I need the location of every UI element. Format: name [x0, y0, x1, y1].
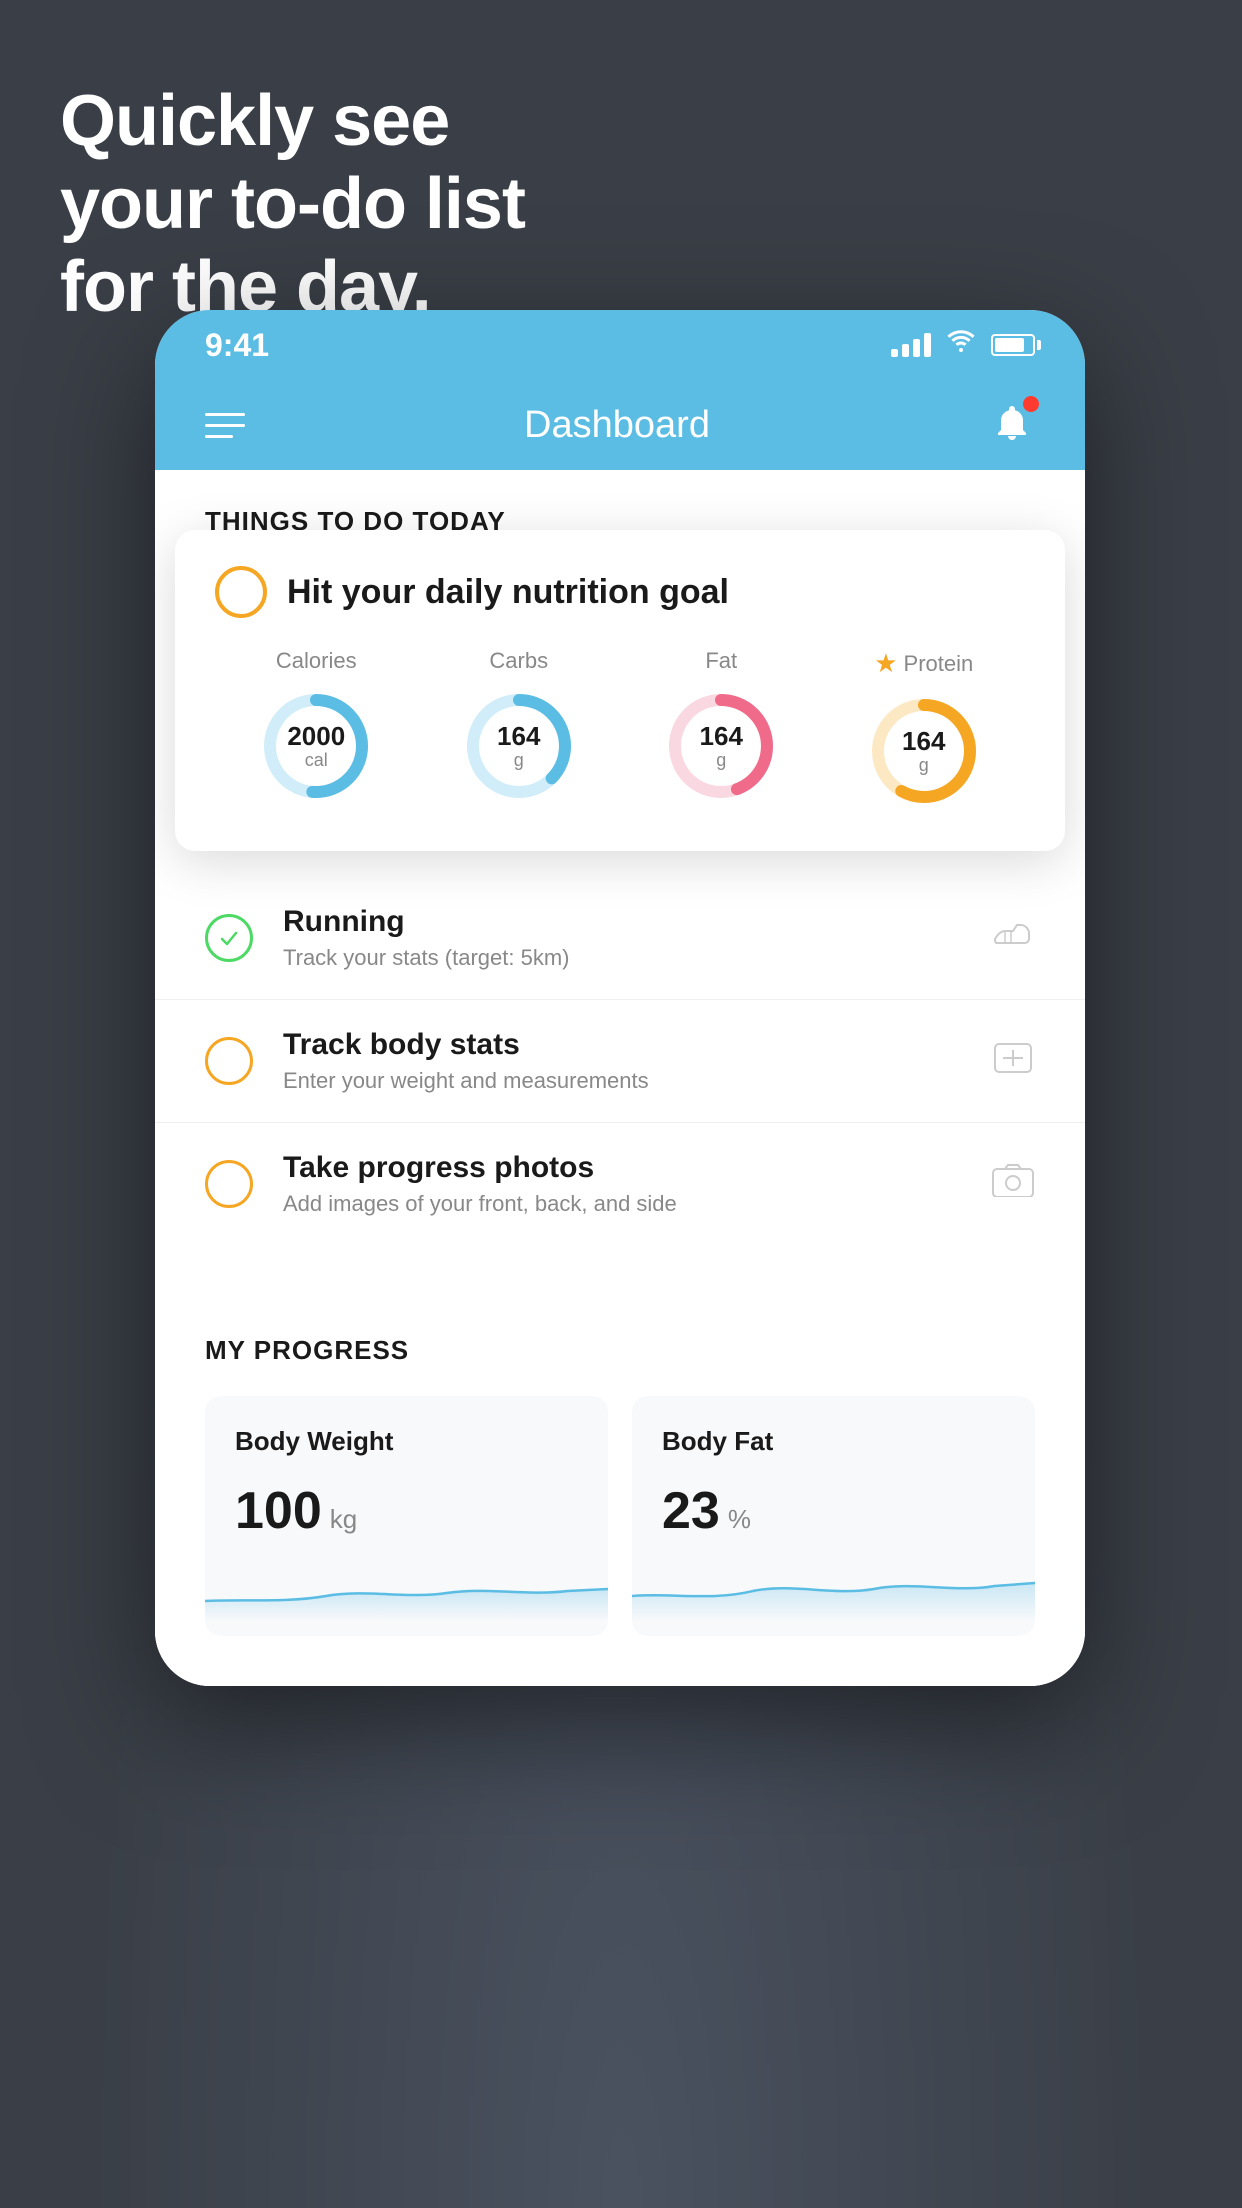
body-stats-text: Track body stats Enter your weight and m…: [283, 1028, 961, 1094]
calories-item: Calories 2000 cal: [256, 648, 376, 806]
nutrition-circles: Calories 2000 cal Carbs: [215, 648, 1025, 811]
nutrition-checkbox[interactable]: [215, 566, 267, 618]
spacer: [155, 1245, 1085, 1295]
notification-button[interactable]: [989, 400, 1035, 451]
body-weight-number: 100: [235, 1481, 322, 1541]
notification-badge: [1023, 396, 1039, 412]
body-weight-unit: kg: [330, 1504, 357, 1535]
fat-donut: 164 g: [661, 686, 781, 806]
shoe-icon: [991, 917, 1035, 960]
nutrition-card-header: Hit your daily nutrition goal: [215, 566, 1025, 618]
fat-label: Fat: [705, 648, 737, 674]
body-fat-value-row: 23 %: [662, 1481, 1005, 1541]
content-area: THINGS TO DO TODAY Hit your daily nutrit…: [155, 470, 1085, 1686]
headline: Quickly see your to-do list for the day.: [60, 80, 525, 328]
nav-title: Dashboard: [524, 404, 710, 447]
running-title: Running: [283, 905, 961, 939]
carbs-donut: 164 g: [459, 686, 579, 806]
calories-unit: cal: [287, 750, 345, 770]
progress-photos-text: Take progress photos Add images of your …: [283, 1151, 961, 1217]
progress-photos-subtitle: Add images of your front, back, and side: [283, 1191, 961, 1217]
nutrition-card: Hit your daily nutrition goal Calories 2…: [175, 530, 1065, 851]
protein-unit: g: [902, 755, 945, 775]
body-weight-value-row: 100 kg: [235, 1481, 578, 1541]
running-subtitle: Track your stats (target: 5km): [283, 945, 961, 971]
body-fat-unit: %: [728, 1504, 751, 1535]
progress-photos-checkbox[interactable]: [205, 1160, 253, 1208]
protein-item: ★ Protein 164 g: [864, 648, 984, 811]
body-stats-checkbox[interactable]: [205, 1037, 253, 1085]
progress-photos-title: Take progress photos: [283, 1151, 961, 1185]
nutrition-card-title: Hit your daily nutrition goal: [287, 573, 729, 612]
photo-icon: [991, 1163, 1035, 1206]
nav-bar: Dashboard: [155, 380, 1085, 470]
progress-cards: Body Weight 100 kg: [205, 1396, 1035, 1636]
running-checkbox[interactable]: [205, 914, 253, 962]
status-bar: 9:41: [155, 310, 1085, 380]
menu-button[interactable]: [205, 413, 245, 438]
body-fat-card[interactable]: Body Fat 23 %: [632, 1396, 1035, 1636]
carbs-value: 164: [497, 722, 540, 751]
carbs-item: Carbs 164 g: [459, 648, 579, 806]
status-icons: [891, 329, 1035, 361]
calories-label: Calories: [276, 648, 357, 674]
body-fat-chart: [632, 1561, 1035, 1621]
todo-list: Running Track your stats (target: 5km) T…: [155, 877, 1085, 1245]
progress-section: MY PROGRESS Body Weight 100 kg: [155, 1295, 1085, 1636]
battery-icon: [991, 334, 1035, 356]
wifi-icon: [945, 329, 977, 361]
carbs-label: Carbs: [489, 648, 548, 674]
body-fat-title: Body Fat: [662, 1426, 1005, 1457]
scale-icon: [991, 1040, 1035, 1083]
body-weight-card[interactable]: Body Weight 100 kg: [205, 1396, 608, 1636]
body-stats-subtitle: Enter your weight and measurements: [283, 1068, 961, 1094]
body-stats-title: Track body stats: [283, 1028, 961, 1062]
protein-value: 164: [902, 727, 945, 756]
todo-item-progress-photos[interactable]: Take progress photos Add images of your …: [155, 1123, 1085, 1245]
star-icon: ★: [874, 648, 897, 679]
todo-item-body-stats[interactable]: Track body stats Enter your weight and m…: [155, 1000, 1085, 1123]
phone-mockup: 9:41 Dashboard: [155, 310, 1085, 1686]
calories-value: 2000: [287, 722, 345, 751]
calories-donut: 2000 cal: [256, 686, 376, 806]
fat-item: Fat 164 g: [661, 648, 781, 806]
todo-item-running[interactable]: Running Track your stats (target: 5km): [155, 877, 1085, 1000]
body-weight-title: Body Weight: [235, 1426, 578, 1457]
fat-value: 164: [700, 722, 743, 751]
status-time: 9:41: [205, 327, 269, 364]
signal-icon: [891, 333, 931, 357]
body-weight-chart: [205, 1561, 608, 1621]
fat-unit: g: [700, 750, 743, 770]
progress-header: MY PROGRESS: [205, 1335, 1035, 1366]
protein-donut: 164 g: [864, 691, 984, 811]
running-text: Running Track your stats (target: 5km): [283, 905, 961, 971]
carbs-unit: g: [497, 750, 540, 770]
bottom-spacer: [155, 1636, 1085, 1686]
body-fat-number: 23: [662, 1481, 720, 1541]
protein-label: ★ Protein: [874, 648, 973, 679]
